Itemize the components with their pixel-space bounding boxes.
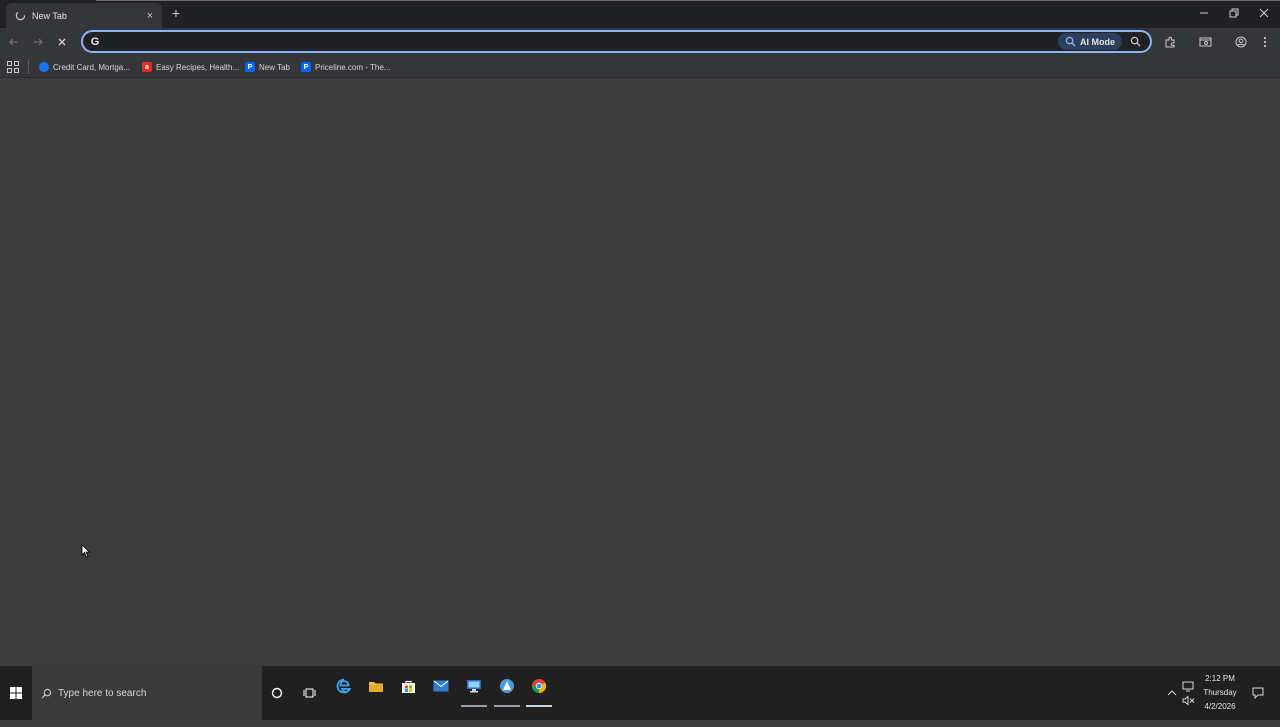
omnibox[interactable]: G AI Mode <box>81 30 1152 53</box>
cortana-icon[interactable] <box>263 679 291 707</box>
restore-button[interactable] <box>1224 4 1244 22</box>
bookmarks-divider <box>28 60 29 74</box>
address-input[interactable] <box>107 33 1058 50</box>
priceline-icon: P <box>245 62 255 72</box>
app-icon[interactable] <box>493 672 521 707</box>
taskbar: Type here to search 2:12 PM Thursday 4/2… <box>0 666 1280 720</box>
task-view-icon[interactable] <box>295 679 323 707</box>
close-window-button[interactable] <box>1254 4 1274 22</box>
bookmark-label: Priceline.com - The... <box>315 62 391 72</box>
loading-indicator <box>96 0 1280 1</box>
minimize-button[interactable] <box>1194 4 1214 22</box>
active-app-indicator <box>461 705 487 707</box>
lens-icon[interactable] <box>1126 33 1144 51</box>
tab-new-tab[interactable]: New Tab × <box>6 3 162 28</box>
show-hidden-icons-icon[interactable] <box>1164 666 1180 720</box>
windows-icon <box>10 687 22 699</box>
tab-close-icon[interactable]: × <box>143 9 157 23</box>
browser-toolbar: G AI Mode <box>0 28 1280 56</box>
new-tab-button[interactable]: + <box>168 5 184 21</box>
clock-date: 4/2/2026 <box>1204 702 1236 711</box>
bookmarks-bar: Credit Card, Mortga... a Easy Recipes, H… <box>0 56 1280 78</box>
profile-icon[interactable] <box>1233 34 1249 50</box>
allrecipes-icon: a <box>142 62 152 72</box>
bookmark-new-tab[interactable]: P New Tab <box>245 60 290 74</box>
bookmark-easy-recipes[interactable]: a Easy Recipes, Health... <box>142 60 239 74</box>
volume-muted-icon[interactable] <box>1180 673 1196 727</box>
search-icon <box>40 687 52 699</box>
ai-search-icon <box>1065 36 1076 47</box>
bookmark-label: Credit Card, Mortga... <box>53 62 130 72</box>
forward-icon[interactable] <box>30 34 46 50</box>
loading-spinner-icon <box>14 10 26 22</box>
notifications-icon[interactable] <box>1250 666 1266 720</box>
start-button[interactable] <box>0 666 32 720</box>
file-explorer-icon[interactable] <box>362 672 390 700</box>
menu-icon[interactable] <box>1257 34 1273 50</box>
bookmark-label: New Tab <box>259 62 290 72</box>
edge-icon[interactable] <box>330 672 358 700</box>
mouse-cursor-icon <box>81 544 91 558</box>
bookmark-label: Easy Recipes, Health... <box>156 62 240 72</box>
store-icon[interactable] <box>394 672 422 700</box>
chrome-icon[interactable] <box>525 672 553 707</box>
google-icon: G <box>90 35 100 48</box>
priceline-icon: P <box>301 62 311 72</box>
ai-mode-button[interactable]: AI Mode <box>1058 33 1122 50</box>
extensions-icon[interactable] <box>1162 34 1178 50</box>
mail-icon[interactable] <box>427 672 455 700</box>
tab-title: New Tab <box>32 10 67 21</box>
page-content <box>0 79 1280 666</box>
apps-grid-icon[interactable] <box>7 61 19 73</box>
bookmark-credit-card[interactable]: Credit Card, Mortga... <box>39 60 130 74</box>
remote-desktop-icon[interactable] <box>460 672 488 707</box>
globe-icon <box>39 62 49 72</box>
system-clock[interactable]: 2:12 PM Thursday 4/2/2026 <box>1196 672 1244 714</box>
stop-icon[interactable] <box>54 34 70 50</box>
back-icon[interactable] <box>6 34 22 50</box>
title-bar: New Tab × + <box>0 0 1280 28</box>
tab-search-icon[interactable] <box>1197 34 1213 50</box>
clock-day: Thursday <box>1203 688 1237 697</box>
taskbar-search-box[interactable]: Type here to search <box>32 666 262 720</box>
clock-time: 2:12 PM <box>1205 674 1235 683</box>
bookmark-priceline[interactable]: P Priceline.com - The... <box>301 60 390 74</box>
active-app-indicator <box>494 705 520 707</box>
ai-mode-label: AI Mode <box>1080 36 1115 47</box>
active-app-indicator <box>526 705 552 707</box>
taskbar-search-placeholder: Type here to search <box>58 687 147 699</box>
